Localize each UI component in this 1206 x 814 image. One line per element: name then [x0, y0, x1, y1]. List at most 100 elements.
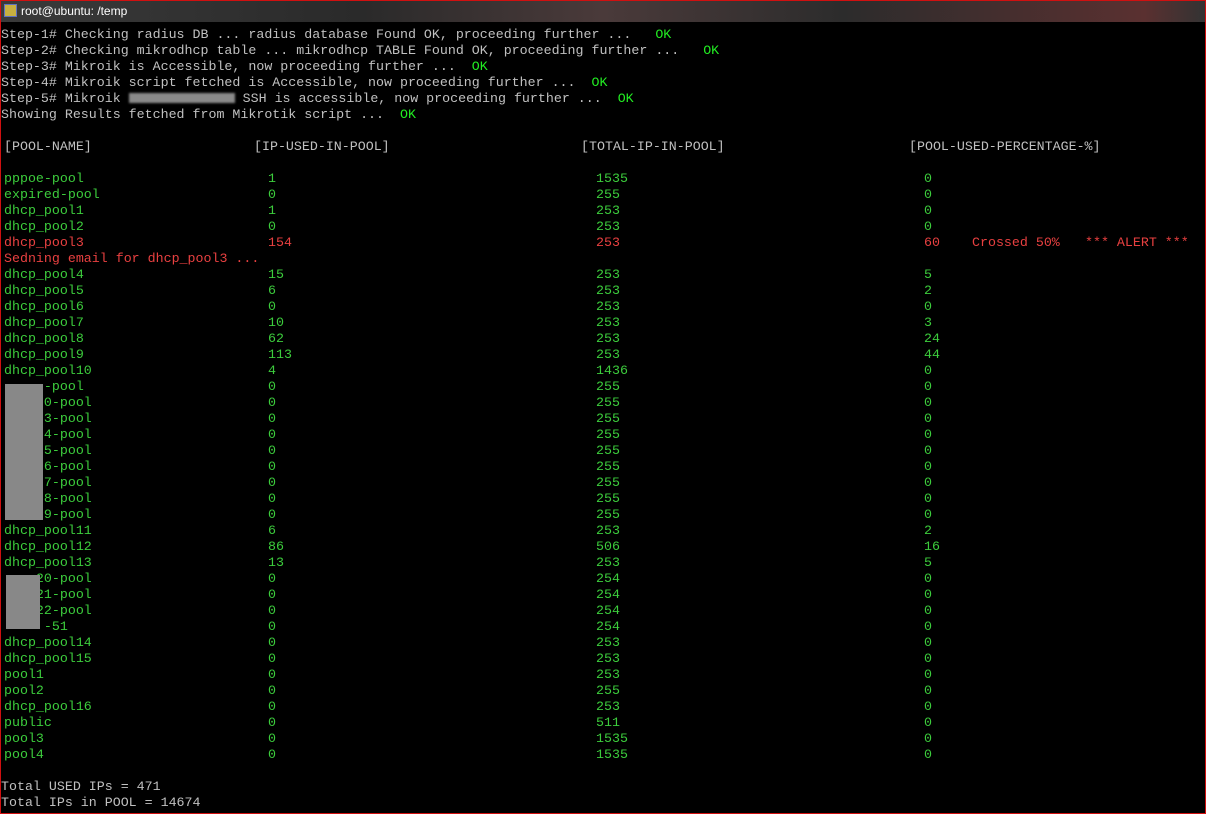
ok-status: OK [471, 59, 488, 74]
header-total-ip: [TOTAL-IP-IN-POOL] [581, 139, 725, 154]
pool-name: dhcp_pool4 [4, 267, 84, 282]
title-bar[interactable]: root@ubuntu: /temp [1, 1, 1205, 22]
step-text: SSH is accessible, now proceeding furthe… [234, 91, 618, 106]
ip-used: 0 [268, 427, 276, 442]
ip-used: 6 [268, 283, 276, 298]
ip-used: 4 [268, 363, 276, 378]
used-pct: 0 [924, 747, 932, 762]
used-pct: 0 [924, 379, 932, 394]
pool-name: pool1 [4, 667, 44, 682]
total-ip: 253 [596, 699, 620, 714]
ip-used: 113 [268, 347, 292, 362]
ip-used: 0 [268, 619, 276, 634]
ip-used: 0 [268, 731, 276, 746]
ok-status: OK [703, 43, 720, 58]
ip-used: 0 [268, 491, 276, 506]
total-ip: 253 [596, 331, 620, 346]
used-pct: 0 [924, 619, 932, 634]
header-used-pct: [POOL-USED-PERCENTAGE-%] [909, 139, 1101, 154]
total-ip: 1535 [596, 171, 628, 186]
pool-name: dhcp_pool10 [4, 363, 92, 378]
table-row: dhcp_pool10 4 1436 0 [1, 363, 1205, 379]
table-row: dhcp_pool9 113 253 44 [1, 347, 1205, 363]
ip-used: 0 [268, 571, 276, 586]
total-ip: 255 [596, 459, 620, 474]
total-ip: 255 [596, 683, 620, 698]
ip-used: 0 [268, 715, 276, 730]
used-pct: 0 [924, 203, 932, 218]
email-message: Sedning email for dhcp_pool3 ... [1, 251, 1205, 267]
total-ip: 511 [596, 715, 620, 730]
pool-name: dhcp_pool3 [4, 235, 84, 250]
used-pct: 0 [924, 475, 932, 490]
total-ip: 253 [596, 667, 620, 682]
terminal-output[interactable]: Step-1# Checking radius DB ... radius da… [1, 27, 1205, 811]
total-ip: 253 [596, 283, 620, 298]
redacted-ip [128, 93, 235, 104]
pool-name: dhcp_pool2 [4, 219, 84, 234]
pool-name: expired-pool [4, 187, 100, 202]
total-pool: Total IPs in POOL = 14674 [1, 795, 201, 810]
pool-name: dhcp_pool15 [4, 651, 92, 666]
total-ip: 255 [596, 427, 620, 442]
table-row: 6-pool 0 255 0 [1, 459, 1205, 475]
used-pct: 2 [924, 523, 932, 538]
header-ip-used: [IP-USED-IN-POOL] [254, 139, 390, 154]
total-ip: 253 [596, 299, 620, 314]
table-row: dhcp_pool7 10 253 3 [1, 315, 1205, 331]
used-pct: 60 [924, 235, 940, 250]
step-line: Step-4# Mikroik script fetched is Access… [1, 75, 1205, 91]
table-row: 3-pool 0 255 0 [1, 411, 1205, 427]
table-header: [POOL-NAME] [IP-USED-IN-POOL] [TOTAL-IP-… [1, 139, 1205, 155]
ip-used: 1 [268, 203, 276, 218]
ip-used: 0 [268, 475, 276, 490]
ip-used: 1 [268, 171, 276, 186]
pool-name: dhcp_pool12 [4, 539, 92, 554]
pool-name: pool4 [4, 747, 44, 762]
step-line: Step-1# Checking radius DB ... radius da… [1, 27, 1205, 43]
total-ip: 254 [596, 587, 620, 602]
total-ip: 253 [596, 347, 620, 362]
ip-used: 154 [268, 235, 292, 250]
putty-icon[interactable] [4, 4, 17, 17]
ip-used: 0 [268, 459, 276, 474]
table-row: dhcp_pool13 13 253 5 [1, 555, 1205, 571]
table-row: dhcp_pool11 6 253 2 [1, 523, 1205, 539]
ip-used: 0 [268, 411, 276, 426]
ip-used: 0 [268, 395, 276, 410]
pool-name: pool3 [4, 731, 44, 746]
pool-name: public [4, 715, 52, 730]
step-line: Step-5# Mikroik SSH is accessible, now p… [1, 91, 1205, 107]
pool-name: dhcp_pool6 [4, 299, 84, 314]
ip-used: 15 [268, 267, 284, 282]
table-row: public 0 511 0 [1, 715, 1205, 731]
used-pct: 0 [924, 395, 932, 410]
pool-name: dhcp_pool9 [4, 347, 84, 362]
ip-used: 0 [268, 587, 276, 602]
table-row: dhcp_pool4 15 253 5 [1, 267, 1205, 283]
table-row: pool1 0 253 0 [1, 667, 1205, 683]
total-ip: 253 [596, 635, 620, 650]
ip-used: 0 [268, 603, 276, 618]
ok-status: OK [617, 91, 634, 106]
total-ip: 1535 [596, 731, 628, 746]
step-line: Showing Results fetched from Mikrotik sc… [1, 107, 1205, 123]
table-row: -51 0 254 0 [1, 619, 1205, 635]
table-row: dhcp_pool15 0 253 0 [1, 651, 1205, 667]
total-ip: 255 [596, 379, 620, 394]
email-message-text: Sedning email for dhcp_pool3 ... [4, 251, 260, 266]
used-pct: 0 [924, 571, 932, 586]
pool-name: dhcp_pool14 [4, 635, 92, 650]
table-row: dhcp_pool1 1 253 0 [1, 203, 1205, 219]
total-ip: 253 [596, 219, 620, 234]
used-pct: 0 [924, 507, 932, 522]
pool-name: dhcp_pool11 [4, 523, 92, 538]
pool-name: dhcp_pool16 [4, 699, 92, 714]
used-pct: 3 [924, 315, 932, 330]
ip-used: 0 [268, 379, 276, 394]
used-pct: 44 [924, 347, 940, 362]
table-row: dhcp_pool3 154 253 60 Crossed 50% *** ALERT *… [1, 235, 1205, 251]
used-pct: 2 [924, 283, 932, 298]
